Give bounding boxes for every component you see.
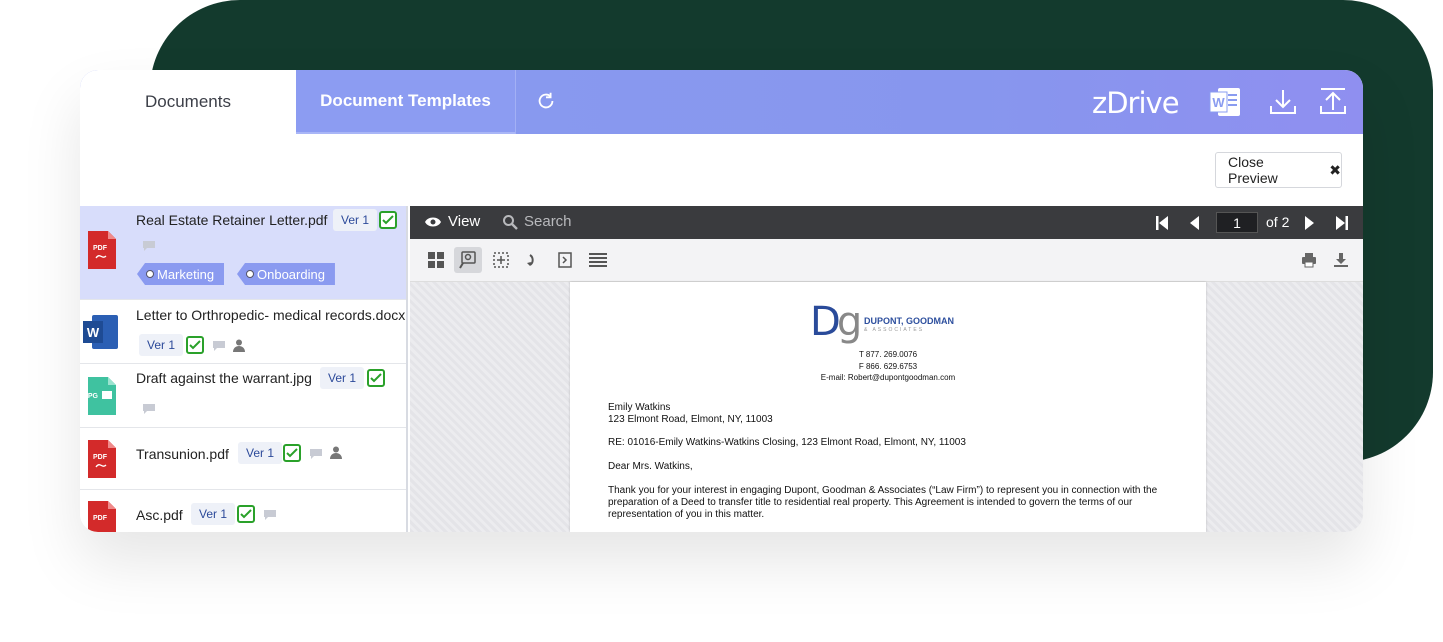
approved-check-icon[interactable] [379, 211, 397, 229]
svg-text:W: W [1212, 95, 1225, 110]
document-viewer: View Search 1 of 2 Dg DUPONT, GOODMAN & … [410, 206, 1363, 532]
firm-logo: Dg DUPONT, GOODMAN & ASSOCIATES [810, 299, 970, 345]
letter-body: Thank you for your interest in engaging … [608, 485, 1158, 520]
tab-documents[interactable]: Documents [80, 70, 296, 134]
action-row [80, 134, 1363, 206]
close-preview-button[interactable]: Close Preview ✖ [1215, 152, 1342, 188]
svg-text:PDF: PDF [93, 245, 108, 252]
version-badge[interactable]: Ver 1 [333, 209, 378, 231]
dg-monogram: Dg [810, 299, 862, 345]
viewer-topbar: View Search 1 of 2 [410, 206, 1363, 239]
re-line: RE: 01016-Emily Watkins-Watkins Closing,… [608, 437, 966, 448]
app-window: Documents Document Templates zDrive W Cl… [80, 70, 1363, 532]
comment-icon[interactable] [142, 240, 156, 252]
approved-check-icon[interactable] [237, 505, 255, 523]
fit-page-icon[interactable] [551, 247, 579, 273]
word-icon[interactable]: W [1208, 86, 1242, 118]
search-label: Search [524, 213, 572, 230]
list-item[interactable]: PDF Asc.pdf Ver 1 [80, 490, 406, 532]
comment-icon[interactable] [142, 403, 156, 415]
version-badge[interactable]: Ver 1 [238, 442, 283, 464]
word-file-icon: W [83, 315, 118, 349]
svg-text:PDF: PDF [93, 515, 108, 522]
rotate-icon[interactable] [519, 247, 547, 273]
firm-phone: T 877. 269.0076 [858, 350, 918, 359]
recipient-name: Emily Watkins [608, 402, 671, 413]
pdf-page: Dg DUPONT, GOODMAN & ASSOCIATES T 877. 2… [570, 282, 1206, 532]
comment-icon[interactable] [309, 448, 323, 460]
document-name[interactable]: Draft against the warrant.jpg [136, 370, 312, 386]
document-name[interactable]: Asc.pdf [136, 507, 183, 523]
approved-check-icon[interactable] [186, 336, 204, 354]
firm-name: DUPONT, GOODMAN [864, 316, 954, 326]
viewer-toolbar [410, 239, 1363, 282]
document-name[interactable]: Letter to Orthropedic- medical records.d… [136, 307, 405, 323]
list-item[interactable]: W Letter to Orthropedic- medical records… [80, 300, 406, 364]
firm-email: E-mail: Robert@dupontgoodman.com [820, 373, 956, 382]
recipient-address: 123 Elmont Road, Elmont, NY, 11003 [608, 414, 773, 425]
approved-check-icon[interactable] [367, 369, 385, 387]
version-badge[interactable]: Ver 1 [139, 334, 184, 356]
eye-icon [425, 217, 441, 226]
search-icon [503, 214, 518, 230]
tag-marketing[interactable]: Marketing [137, 263, 225, 285]
previous-page-icon[interactable] [1188, 215, 1202, 231]
close-icon: ✖ [1329, 161, 1341, 178]
salutation: Dear Mrs. Watkins, [608, 461, 693, 472]
pdf-file-icon: PDF [88, 440, 116, 478]
document-list[interactable]: PDF Real Estate Retainer Letter.pdf Ver … [80, 206, 408, 532]
page-total: of 2 [1266, 214, 1290, 230]
refresh-icon[interactable] [535, 90, 557, 112]
version-badge[interactable]: Ver 1 [191, 503, 236, 525]
marquee-select-icon[interactable] [487, 247, 515, 273]
close-preview-label: Close Preview [1228, 154, 1278, 186]
menu-lines-icon[interactable] [584, 247, 612, 273]
print-icon[interactable] [1295, 247, 1323, 273]
next-page-icon[interactable] [1302, 215, 1316, 231]
upload-icon[interactable] [1316, 86, 1350, 118]
document-name[interactable]: Real Estate Retainer Letter.pdf [136, 212, 327, 228]
tag-onboarding[interactable]: Onboarding [237, 263, 335, 285]
list-item[interactable]: JPG Draft against the warrant.jpg Ver 1 [80, 364, 406, 428]
svg-text:W: W [87, 325, 100, 340]
tab-document-templates[interactable]: Document Templates [296, 70, 516, 134]
top-bar: Documents Document Templates zDrive W [80, 70, 1363, 134]
thumbnails-icon[interactable] [422, 247, 450, 273]
zoom-icon[interactable] [454, 247, 482, 273]
version-badge[interactable]: Ver 1 [320, 367, 365, 389]
zdrive-logo: zDrive [1092, 86, 1180, 120]
comment-icon[interactable] [212, 340, 226, 352]
image-file-icon: JPG [84, 377, 116, 415]
last-page-icon[interactable] [1335, 215, 1349, 231]
approved-check-icon[interactable] [283, 444, 301, 462]
download-pdf-icon[interactable] [1327, 247, 1355, 273]
pdf-file-icon: PDF [88, 231, 116, 269]
page-margin-right [1206, 282, 1363, 532]
search-button[interactable]: Search [502, 213, 572, 230]
svg-text:JPG: JPG [84, 393, 99, 400]
document-name[interactable]: Transunion.pdf [136, 446, 229, 462]
user-icon[interactable] [330, 446, 342, 459]
user-icon[interactable] [233, 339, 245, 352]
download-icon[interactable] [1266, 86, 1300, 118]
firm-subtitle: & ASSOCIATES [864, 327, 925, 333]
svg-text:PDF: PDF [93, 454, 108, 461]
view-label: View [448, 213, 481, 230]
comment-icon[interactable] [263, 509, 277, 521]
list-item[interactable]: PDF Real Estate Retainer Letter.pdf Ver … [80, 206, 406, 300]
first-page-icon[interactable] [1155, 215, 1169, 231]
pdf-file-icon: PDF [88, 501, 116, 532]
list-item[interactable]: PDF Transunion.pdf Ver 1 [80, 428, 406, 490]
page-number-input[interactable]: 1 [1216, 212, 1258, 233]
view-button[interactable]: View [424, 213, 480, 230]
page-margin-left [410, 282, 570, 532]
